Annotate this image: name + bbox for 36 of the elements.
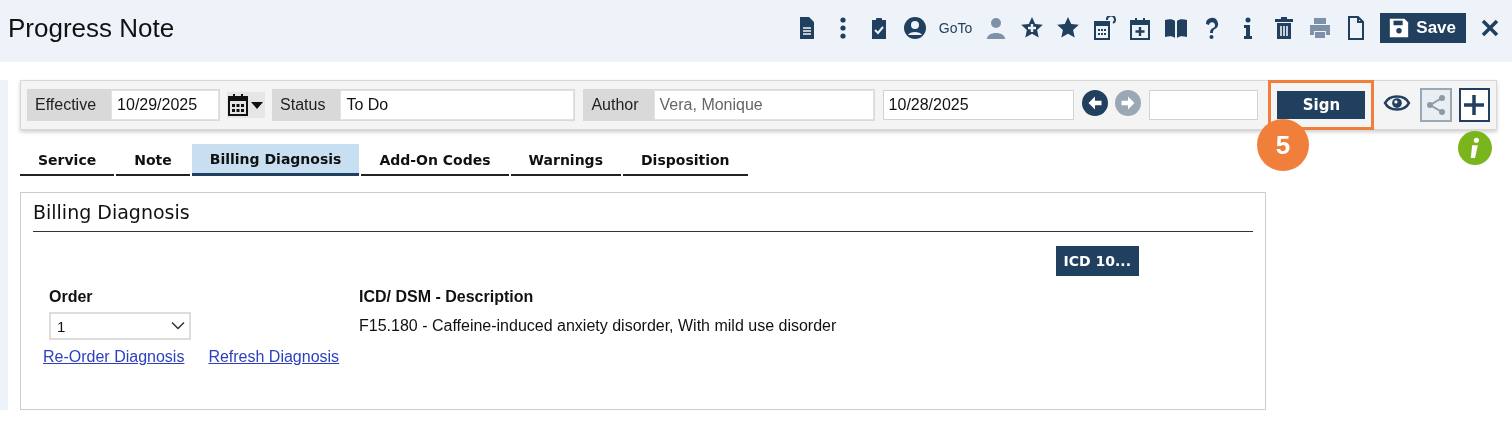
tab[interactable]: Billing Diagnosis [191,144,360,176]
field-label: Status [279,96,327,114]
column-heading: ICD/ DSM - Description [359,288,535,306]
diagnosis-description: F15.180 - Caffeine-induced anxiety disorder, With mild use disorder [359,317,838,335]
field-label: Effective [34,96,98,114]
calendar-refresh-icon[interactable] [1092,16,1117,40]
save-button[interactable]: Save [1380,13,1466,43]
status-field[interactable]: To Do [340,90,575,120]
page-title: Progress Note [8,12,175,44]
field-label: Author [590,96,640,114]
sign-button[interactable]: Sign [1277,91,1366,119]
tab[interactable]: Disposition [623,144,748,176]
text-field[interactable] [1148,90,1259,120]
link[interactable]: Re-Order Diagnosis [43,348,185,366]
icd-button[interactable]: ICD 10... [1055,246,1139,276]
calendar-dropdown-icon[interactable] [227,93,266,117]
tab[interactable]: Note [116,144,190,176]
star-plus-icon[interactable] [1020,16,1045,40]
tab[interactable]: Add-On Codes [361,144,509,176]
goto-link[interactable]: GoTo [938,20,973,36]
chevron-down-icon [171,321,185,331]
user-avatar-icon[interactable] [902,16,927,40]
book-icon[interactable] [1164,16,1189,40]
order-select[interactable]: 1 [49,312,191,340]
link[interactable]: Refresh Diagnosis [208,348,340,366]
plus-icon [1462,93,1487,117]
calendar-plus-icon[interactable] [1128,16,1153,40]
date-field[interactable]: 10/28/2025 [882,90,1074,120]
tab[interactable]: Service [20,144,115,176]
star-icon[interactable] [1056,16,1081,40]
step-badge: 5 [1257,119,1309,171]
column-heading: Order [49,288,94,306]
effective-field[interactable]: 10/29/2025 [111,90,220,120]
add-button[interactable] [1458,88,1490,122]
section-title: Billing Diagnosis [33,201,1253,232]
tab[interactable]: Warnings [510,144,621,176]
